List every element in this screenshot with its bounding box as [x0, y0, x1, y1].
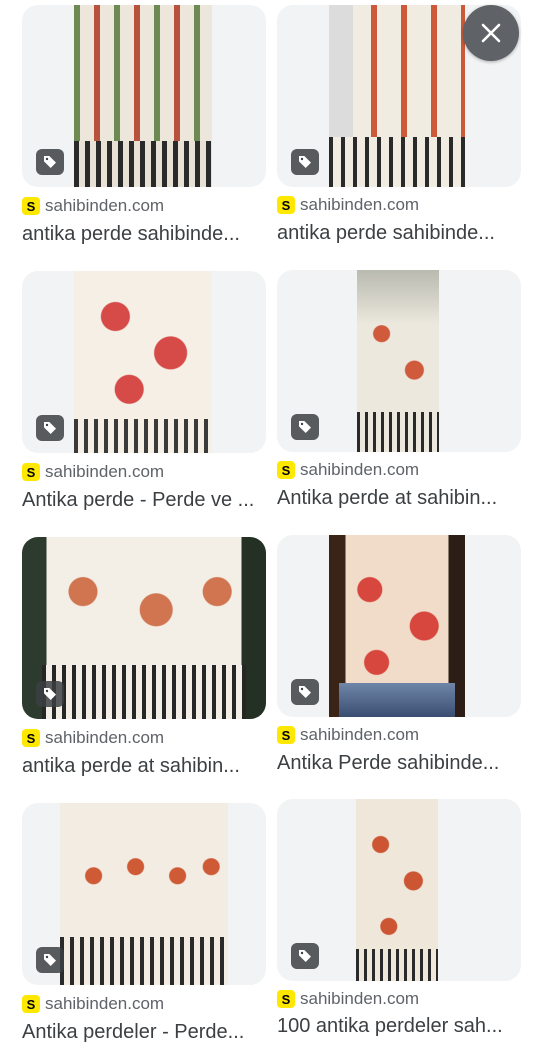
result-domain: sahibinden.com: [300, 725, 420, 744]
close-button[interactable]: [463, 5, 519, 61]
result-title[interactable]: antika perde sahibinde...: [277, 222, 521, 245]
result-thumbnail[interactable]: [22, 803, 266, 985]
sahibinden-favicon: S: [277, 196, 295, 214]
tag-icon[interactable]: [36, 149, 64, 175]
result-domain: sahibinden.com: [45, 462, 165, 481]
result-source[interactable]: S sahibinden.com: [22, 728, 164, 748]
result-thumbnail[interactable]: [22, 271, 266, 453]
result-domain: sahibinden.com: [45, 728, 165, 747]
tag-icon[interactable]: [291, 679, 319, 705]
sahibinden-favicon: S: [22, 729, 40, 747]
result-source[interactable]: S sahibinden.com: [277, 460, 419, 480]
result-domain: sahibinden.com: [45, 994, 165, 1013]
result-card[interactable]: S sahibinden.com Antika perdeler - Perde…: [22, 803, 266, 1043]
curtain-image: [329, 535, 465, 717]
result-thumbnail[interactable]: [22, 5, 266, 187]
result-card[interactable]: S sahibinden.com Antika perde - Perde ve…: [22, 271, 266, 511]
sahibinden-favicon: S: [277, 990, 295, 1008]
result-title[interactable]: Antika perde - Perde ve ...: [22, 489, 266, 512]
result-thumbnail[interactable]: [22, 537, 266, 719]
result-source[interactable]: S sahibinden.com: [277, 725, 419, 745]
tag-icon[interactable]: [36, 947, 64, 973]
close-icon: [481, 23, 501, 43]
sahibinden-favicon: S: [277, 461, 295, 479]
curtain-image: [60, 803, 228, 985]
tag-icon[interactable]: [36, 415, 64, 441]
sahibinden-favicon: S: [22, 463, 40, 481]
result-source[interactable]: S sahibinden.com: [22, 994, 164, 1014]
result-domain: sahibinden.com: [300, 460, 420, 479]
result-title[interactable]: antika perde sahibinde...: [22, 223, 266, 246]
result-domain: sahibinden.com: [300, 195, 420, 214]
result-domain: sahibinden.com: [300, 989, 420, 1008]
result-source[interactable]: S sahibinden.com: [277, 989, 419, 1009]
result-card[interactable]: S sahibinden.com antika perde sahibinde.…: [22, 5, 266, 245]
sahibinden-favicon: S: [277, 726, 295, 744]
curtain-image: [74, 271, 212, 453]
curtain-image: [357, 270, 439, 452]
result-title[interactable]: antika perde at sahibin...: [22, 755, 266, 778]
tag-icon[interactable]: [36, 681, 64, 707]
tag-icon[interactable]: [291, 414, 319, 440]
result-thumbnail[interactable]: [277, 799, 521, 981]
tag-icon[interactable]: [291, 943, 319, 969]
result-source[interactable]: S sahibinden.com: [277, 195, 419, 215]
result-title[interactable]: Antika Perde sahibinde...: [277, 752, 521, 775]
curtain-image: [356, 799, 438, 981]
result-title[interactable]: 100 antika perdeler sah...: [277, 1015, 521, 1038]
result-source[interactable]: S sahibinden.com: [22, 196, 164, 216]
sahibinden-favicon: S: [22, 995, 40, 1013]
result-card[interactable]: S sahibinden.com 100 antika perdeler sah…: [277, 799, 521, 1037]
result-title[interactable]: Antika perde at sahibin...: [277, 487, 521, 510]
result-thumbnail[interactable]: [277, 270, 521, 452]
result-domain: sahibinden.com: [45, 196, 165, 215]
result-title[interactable]: Antika perdeler - Perde...: [22, 1021, 266, 1044]
sahibinden-favicon: S: [22, 197, 40, 215]
curtain-image: [329, 5, 465, 187]
curtain-image: [74, 5, 212, 187]
result-source[interactable]: S sahibinden.com: [22, 462, 164, 482]
result-card[interactable]: S sahibinden.com Antika Perde sahibinde.…: [277, 535, 521, 774]
result-card[interactable]: S sahibinden.com Antika perde at sahibin…: [277, 270, 521, 509]
result-card[interactable]: S sahibinden.com antika perde at sahibin…: [22, 537, 266, 777]
tag-icon[interactable]: [291, 149, 319, 175]
result-thumbnail[interactable]: [277, 535, 521, 717]
